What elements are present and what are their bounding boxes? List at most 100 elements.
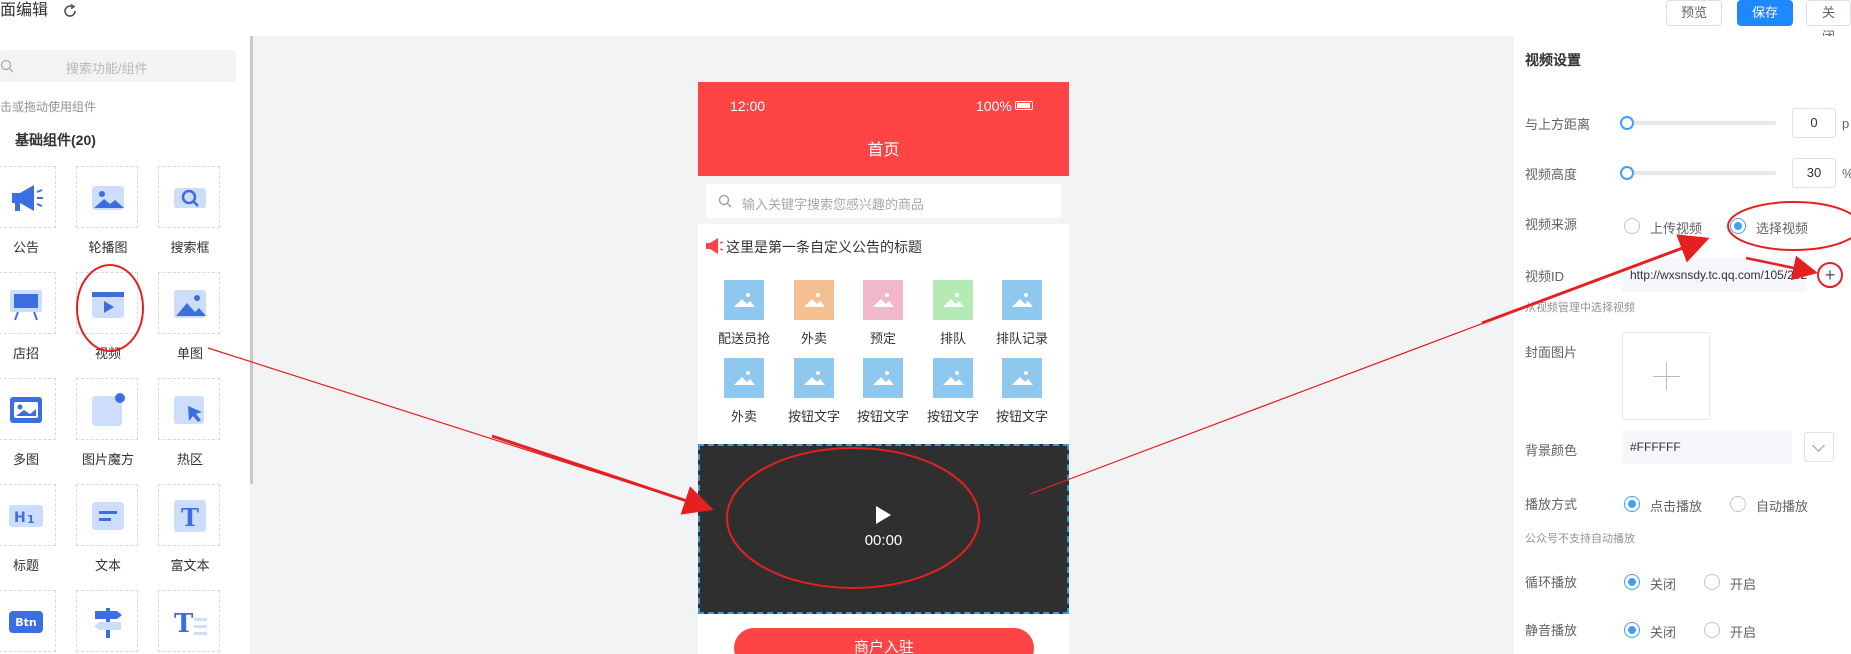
nav-item[interactable]: 排队 (919, 280, 987, 347)
mute-on-label[interactable]: 开启 (1730, 622, 1756, 641)
top-distance-input[interactable]: 0 (1792, 108, 1836, 138)
source-select-radio[interactable] (1730, 218, 1746, 234)
play-icon[interactable] (876, 506, 891, 524)
image-icon (724, 358, 764, 398)
slider-handle[interactable] (1620, 116, 1634, 130)
height-slider[interactable] (1626, 171, 1776, 175)
sidebar-scrollbar[interactable] (250, 36, 253, 484)
mute-off-label[interactable]: 关闭 (1650, 622, 1676, 641)
store-sign-icon (10, 290, 42, 321)
component-hotspot[interactable] (158, 378, 220, 440)
loop-on-radio[interactable] (1704, 574, 1720, 590)
merchant-join-button[interactable]: 商户入驻 (734, 628, 1034, 654)
nav-item[interactable]: 预定 (849, 280, 917, 347)
nav-item[interactable]: 按钮文字 (919, 358, 987, 425)
component-button[interactable]: Btn (0, 590, 56, 652)
component-heading[interactable]: H 1 (0, 484, 56, 546)
source-upload-radio[interactable] (1624, 218, 1640, 234)
component-image-cube[interactable] (76, 378, 138, 440)
nav-label: 按钮文字 (787, 409, 840, 424)
cover-upload[interactable] (1622, 332, 1710, 420)
text-list-icon: T (174, 609, 207, 639)
component-store-sign[interactable] (0, 272, 56, 334)
nav-item[interactable]: 外卖 (710, 358, 778, 425)
color-picker[interactable] (1804, 432, 1834, 462)
svg-text:H: H (14, 510, 26, 526)
preview-button[interactable]: 预览 (1666, 0, 1723, 26)
component-guide[interactable] (76, 590, 138, 652)
play-click-label[interactable]: 点击播放 (1650, 496, 1702, 515)
nav-item[interactable]: 按钮文字 (988, 358, 1056, 425)
component-rich-text[interactable]: T (158, 484, 220, 546)
top-distance-slider[interactable] (1626, 121, 1776, 125)
nav-label: 外卖 (730, 409, 757, 424)
component-label: 热区 (176, 452, 203, 467)
nav-item[interactable]: 配送员抢 (710, 280, 778, 347)
phone-page-title: 首页 (867, 142, 900, 159)
top-bar: 面编辑 预览 保存 关闭 (0, 0, 1851, 44)
play-auto-radio[interactable] (1730, 496, 1746, 512)
nav-item[interactable]: 按钮文字 (849, 358, 917, 425)
component-label: 店招 (12, 346, 39, 361)
nav-item[interactable]: 排队记录 (988, 280, 1056, 347)
component-search-input[interactable]: 搜索功能/组件 (0, 50, 236, 82)
text-icon (92, 502, 124, 530)
add-video-button[interactable]: + (1817, 262, 1843, 288)
play-auto-label[interactable]: 自动播放 (1756, 496, 1808, 515)
loop-on-label[interactable]: 开启 (1730, 574, 1756, 593)
component-searchbox[interactable] (158, 166, 220, 228)
slider-handle[interactable] (1620, 166, 1634, 180)
save-button[interactable]: 保存 (1737, 0, 1794, 26)
component-multi-image[interactable] (0, 378, 56, 440)
video-block[interactable]: 00:00 (698, 444, 1069, 614)
image-icon (863, 280, 903, 320)
search-placeholder: 搜索功能/组件 (66, 61, 148, 76)
nav-label: 外卖 (800, 331, 827, 346)
component-text[interactable] (76, 484, 138, 546)
close-button[interactable]: 关闭 (1806, 0, 1851, 44)
multi-image-icon (10, 397, 42, 423)
loop-off-label[interactable]: 关闭 (1650, 574, 1676, 593)
play-click-radio[interactable] (1624, 496, 1640, 512)
phone-preview: 12:00 100% 首页 输入关键字搜索您感兴趣的商品 这里是第一条自定义公告… (698, 82, 1069, 654)
search-icon (718, 194, 732, 208)
height-label: 视频高度 (1525, 167, 1578, 182)
nav-item[interactable]: 外卖 (780, 280, 848, 347)
image-icon (1002, 358, 1042, 398)
loop-off-radio[interactable] (1624, 574, 1640, 590)
source-select-label[interactable]: 选择视频 (1756, 218, 1808, 237)
rich-text-icon: T (174, 500, 206, 532)
image-icon (933, 280, 973, 320)
phone-search-section[interactable]: 输入关键字搜索您感兴趣的商品 (698, 176, 1069, 224)
bg-color-input[interactable]: #FFFFFF (1622, 430, 1792, 464)
image-icon (794, 280, 834, 320)
mute-label: 静音播放 (1525, 623, 1578, 638)
annotation-line (207, 347, 709, 509)
nav-item[interactable]: 按钮文字 (780, 358, 848, 425)
mute-on-radio[interactable] (1704, 622, 1720, 638)
source-upload-label[interactable]: 上传视频 (1650, 218, 1702, 237)
video-id-input[interactable]: http://wxsnsdy.tc.qq.com/105/2021 (1622, 258, 1807, 292)
nav-label: 排队 (939, 331, 966, 346)
component-text-list[interactable]: T (158, 590, 220, 652)
play-hint: 公众号不支持自动播放 (1525, 533, 1635, 545)
nav-label: 按钮文字 (995, 409, 1048, 424)
component-video[interactable] (76, 272, 138, 334)
component-carousel[interactable] (76, 166, 138, 228)
unit-label: % (1842, 166, 1851, 181)
mute-off-radio[interactable] (1624, 622, 1640, 638)
source-label: 视频来源 (1525, 217, 1578, 232)
bg-color-label: 背景颜色 (1525, 443, 1578, 458)
annotation-arrow (491, 434, 714, 515)
component-notice[interactable] (0, 166, 56, 228)
refresh-icon[interactable] (62, 3, 78, 19)
component-single-image[interactable] (158, 272, 220, 334)
image-icon (863, 358, 903, 398)
svg-text:T: T (181, 503, 199, 532)
usage-hint: 击或拖动使用组件 (0, 100, 97, 114)
notice-text[interactable]: 这里是第一条自定义公告的标题 (726, 237, 922, 257)
height-input[interactable]: 30 (1792, 158, 1836, 188)
carousel-icon (92, 186, 124, 210)
svg-text:T: T (174, 609, 194, 639)
phone-search-input[interactable]: 输入关键字搜索您感兴趣的商品 (706, 184, 1061, 218)
